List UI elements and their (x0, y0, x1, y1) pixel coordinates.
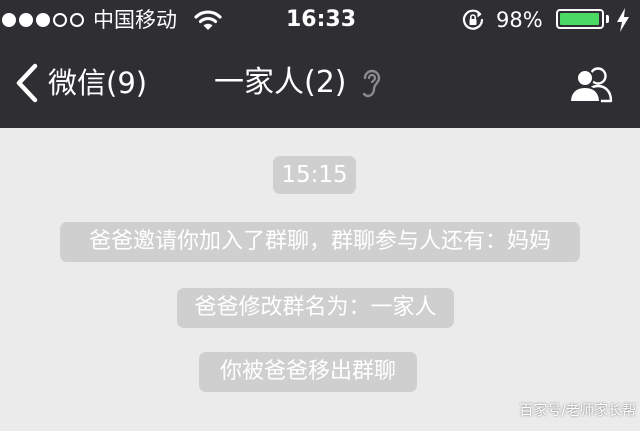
back-button[interactable]: 微信(9) (14, 60, 147, 106)
navigation-bar: 微信(9) 一家人(2) (0, 40, 640, 128)
system-message-rename: 爸爸修改群名为：一家人 (177, 288, 454, 328)
wifi-icon (194, 10, 222, 30)
signal-dot (70, 13, 84, 27)
message-timestamp: 15:15 (273, 156, 356, 194)
back-button-label: 微信(9) (48, 66, 148, 100)
system-message-invite: 爸爸邀请你加入了群聊，群聊参与人还有：妈妈 (60, 222, 580, 262)
system-message-removed: 你被爸爸移出群聊 (199, 352, 417, 392)
chevron-left-icon (16, 63, 38, 103)
signal-dot (36, 13, 50, 27)
chat-message-area: 15:15 爸爸邀请你加入了群聊，群聊参与人还有：妈妈 爸爸修改群名为：一家人 … (0, 128, 640, 431)
signal-dot (53, 13, 67, 27)
battery-tip (606, 15, 609, 23)
battery-icon (556, 9, 604, 29)
group-members-icon[interactable] (566, 64, 616, 104)
source-watermark: 百家号/老师家长帮 (519, 403, 636, 419)
page-title: 一家人(2) (214, 65, 347, 100)
chat-title-area: 一家人(2) (214, 60, 424, 106)
chat-screen: 中国移动 16:33 98% 微信(9) 一家人(2) 15:15 爸爸邀请你加… (0, 0, 640, 431)
signal-dots-icon (2, 12, 87, 28)
status-bar: 中国移动 16:33 98% (0, 0, 640, 40)
ear-icon (362, 69, 380, 98)
signal-dot (2, 13, 16, 27)
signal-dot (19, 13, 33, 27)
carrier-name: 中国移动 (93, 8, 177, 32)
battery-level-fill (560, 13, 600, 25)
battery-percentage: 98% (496, 8, 543, 32)
rotation-lock-icon (462, 9, 484, 30)
status-time: 16:33 (285, 7, 357, 32)
lightning-bolt-icon (617, 8, 629, 32)
